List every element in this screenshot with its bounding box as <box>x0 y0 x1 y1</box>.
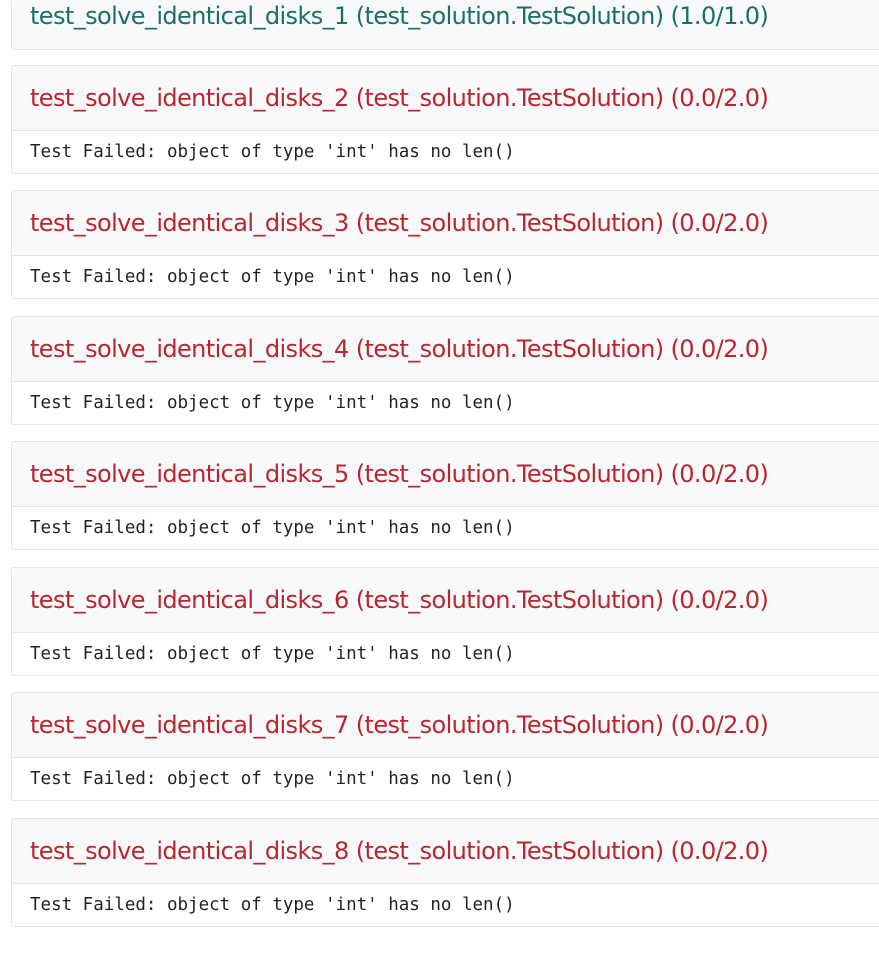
test-title: test_solve_identical_disks_4 (test_solut… <box>30 335 769 363</box>
test-result-card: test_solve_identical_disks_7 (test_solut… <box>11 692 879 801</box>
test-result-header[interactable]: test_solve_identical_disks_7 (test_solut… <box>12 693 879 757</box>
test-result-card: test_solve_identical_disks_2 (test_solut… <box>11 65 879 174</box>
test-failure-message: Test Failed: object of type 'int' has no… <box>12 506 879 549</box>
test-result-card: test_solve_identical_disks_5 (test_solut… <box>11 441 879 550</box>
test-title: test_solve_identical_disks_7 (test_solut… <box>30 711 769 739</box>
test-failure-message: Test Failed: object of type 'int' has no… <box>12 255 879 298</box>
test-results-list: test_solve_identical_disks_1 (test_solut… <box>0 0 879 972</box>
test-result-header[interactable]: test_solve_identical_disks_6 (test_solut… <box>12 568 879 632</box>
test-result-card: test_solve_identical_disks_3 (test_solut… <box>11 190 879 299</box>
test-result-card: test_solve_identical_disks_8 (test_solut… <box>11 818 879 927</box>
test-message: Test Failed: object of type 'int' has no… <box>30 518 515 538</box>
test-failure-message: Test Failed: object of type 'int' has no… <box>12 632 879 675</box>
test-title: test_solve_identical_disks_5 (test_solut… <box>30 460 769 488</box>
test-message: Test Failed: object of type 'int' has no… <box>30 142 515 162</box>
test-result-card: test_solve_identical_disks_1 (test_solut… <box>11 0 879 50</box>
test-failure-message: Test Failed: object of type 'int' has no… <box>12 757 879 800</box>
test-result-header[interactable]: test_solve_identical_disks_3 (test_solut… <box>12 191 879 255</box>
test-title: test_solve_identical_disks_2 (test_solut… <box>30 84 769 112</box>
test-result-header[interactable]: test_solve_identical_disks_1 (test_solut… <box>12 0 879 49</box>
test-result-header[interactable]: test_solve_identical_disks_5 (test_solut… <box>12 442 879 506</box>
test-title: test_solve_identical_disks_3 (test_solut… <box>30 209 769 237</box>
test-result-header[interactable]: test_solve_identical_disks_4 (test_solut… <box>12 317 879 381</box>
test-message: Test Failed: object of type 'int' has no… <box>30 644 515 664</box>
test-message: Test Failed: object of type 'int' has no… <box>30 267 515 287</box>
test-failure-message: Test Failed: object of type 'int' has no… <box>12 883 879 926</box>
test-message: Test Failed: object of type 'int' has no… <box>30 393 515 413</box>
test-result-header[interactable]: test_solve_identical_disks_8 (test_solut… <box>12 819 879 883</box>
test-message: Test Failed: object of type 'int' has no… <box>30 895 515 915</box>
test-title: test_solve_identical_disks_6 (test_solut… <box>30 586 769 614</box>
test-failure-message: Test Failed: object of type 'int' has no… <box>12 381 879 424</box>
test-result-card: test_solve_identical_disks_6 (test_solut… <box>11 567 879 676</box>
test-message: Test Failed: object of type 'int' has no… <box>30 769 515 789</box>
test-result-card: test_solve_identical_disks_4 (test_solut… <box>11 316 879 425</box>
test-result-header[interactable]: test_solve_identical_disks_2 (test_solut… <box>12 66 879 130</box>
test-failure-message: Test Failed: object of type 'int' has no… <box>12 130 879 173</box>
test-title: test_solve_identical_disks_1 (test_solut… <box>30 2 769 30</box>
test-title: test_solve_identical_disks_8 (test_solut… <box>30 837 769 865</box>
